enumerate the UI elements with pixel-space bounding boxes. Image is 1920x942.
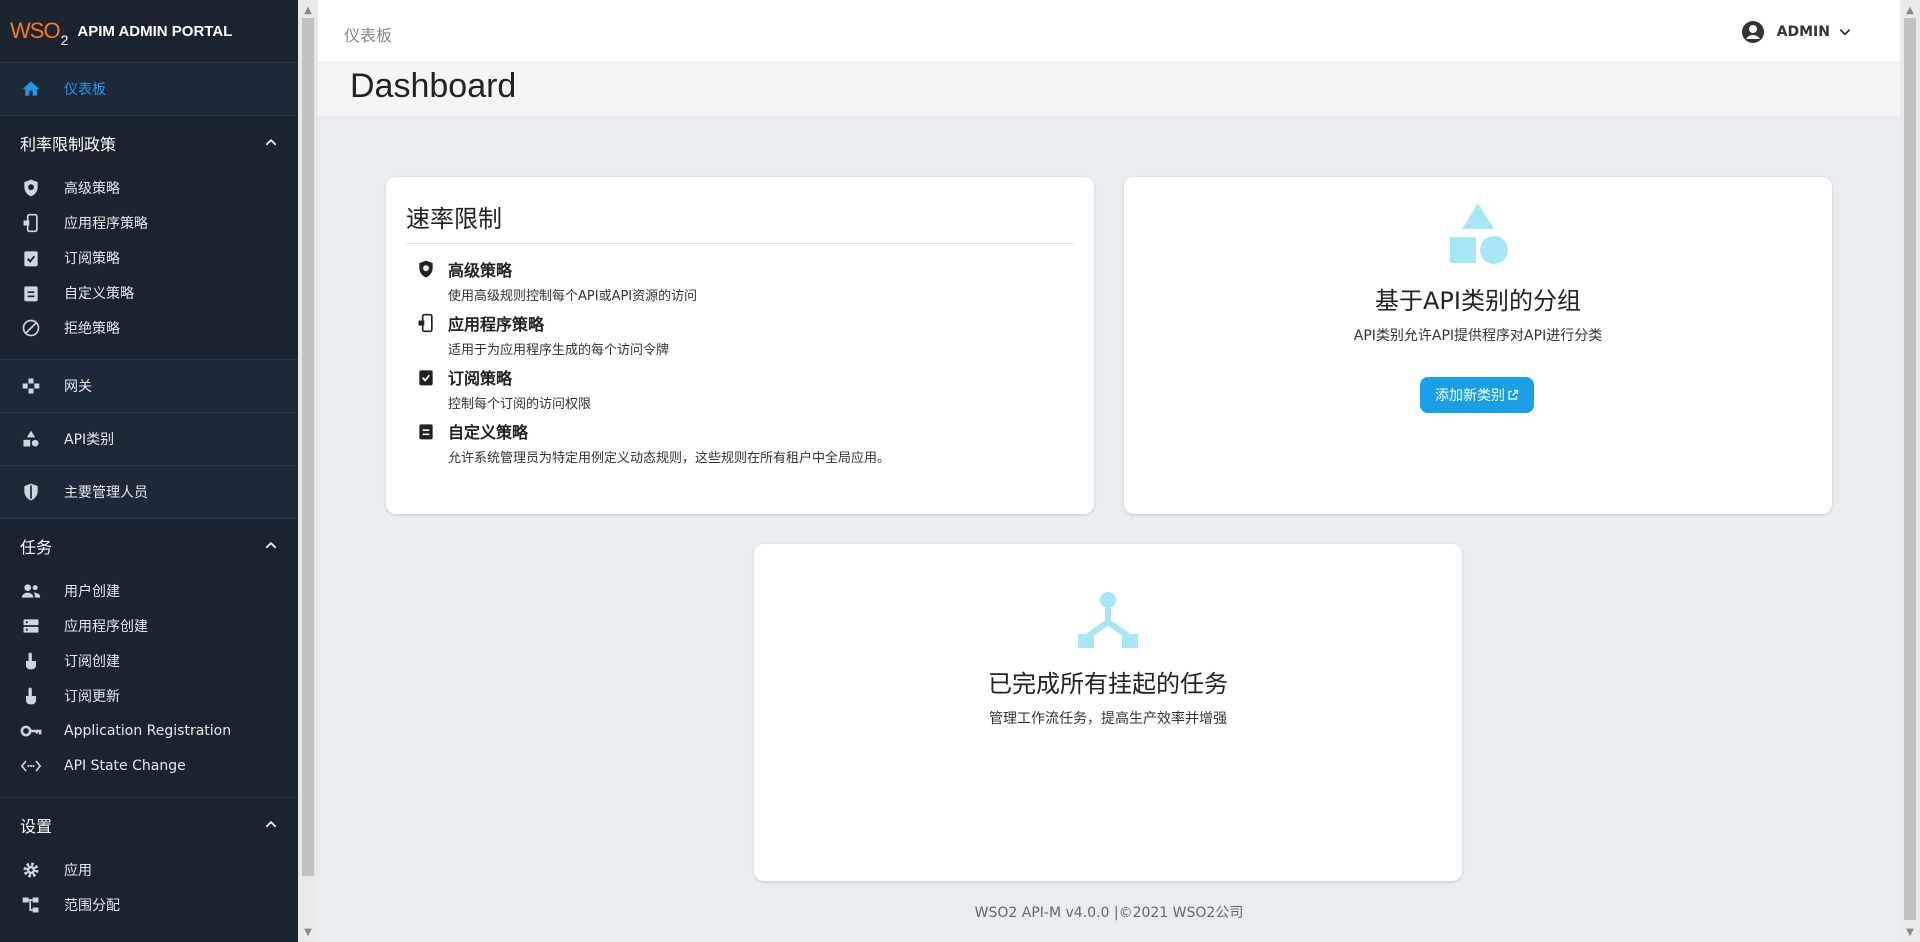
sidebar-item-application-policies[interactable]: 应用程序策略	[0, 205, 298, 240]
rate-limiting-list: 高级策略 应用程序策略 订阅策略 自定义策略 拒绝策略	[0, 170, 298, 359]
breadcrumb[interactable]: 仪表板	[344, 22, 392, 46]
account-circle-icon	[1741, 21, 1764, 43]
settings-list: 应用 范围分配	[0, 852, 298, 936]
sidebar-item-api-state-change[interactable]: API State Change	[0, 748, 298, 783]
add-new-category-button[interactable]: 添加新类别	[1420, 377, 1534, 413]
policy-desc: 使用高级规则控制每个API或API资源的访问	[448, 289, 698, 304]
section-header-settings[interactable]: 设置	[0, 797, 298, 852]
top-bar: 仪表板 ADMIN	[318, 0, 1900, 63]
page-title: Dashboard	[350, 67, 517, 105]
sidebar-item-custom-policies[interactable]: 自定义策略	[0, 275, 298, 310]
sidebar-block-api-categories: API类别	[0, 412, 298, 465]
clipboard-check-icon	[20, 247, 42, 269]
sidebar-scrollbar[interactable]: ▲ ▼	[298, 0, 318, 942]
logo[interactable]: WSO 2 APIM ADMIN PORTAL	[0, 0, 298, 63]
sidebar-block-gateway: 网关	[0, 359, 298, 412]
sidebar-item-subscription-policies[interactable]: 订阅策略	[0, 240, 298, 275]
divider	[406, 243, 1074, 244]
tasks-card: 已完成所有挂起的任务 管理工作流任务，提高生产效率并增强	[754, 544, 1462, 881]
workflow-icon	[1078, 592, 1138, 648]
sidebar-item-label: 仪表板	[64, 82, 106, 98]
key-icon	[20, 720, 42, 742]
card-title: 基于API类别的分组	[1375, 287, 1581, 315]
sidebar-item-scope-assignment[interactable]: 范围分配	[0, 887, 298, 922]
policy-desc: 适用于为应用程序生成的每个访问令牌	[448, 343, 670, 358]
card-desc: API类别允许API提供程序对API进行分类	[1353, 328, 1603, 344]
shield-icon	[20, 481, 42, 503]
tree-icon	[20, 894, 42, 916]
clipboard-list-icon	[419, 424, 433, 440]
sidebar: WSO 2 APIM ADMIN PORTAL 仪表板 利率限制政策 高级策略 应…	[0, 0, 298, 942]
clipboard-list-icon	[20, 282, 42, 304]
section-header-tasks[interactable]: 任务	[0, 518, 298, 573]
policy-title: 应用程序策略	[448, 315, 545, 334]
sidebar-item-dashboard[interactable]: 仪表板	[0, 63, 298, 116]
policy-title: 订阅策略	[448, 369, 513, 388]
scroll-up-arrow-icon[interactable]: ▲	[298, 2, 318, 18]
open-in-new-icon	[1508, 389, 1519, 400]
policy-item-advanced[interactable]: 高级策略 使用高级规则控制每个API或API资源的访问	[416, 257, 697, 304]
sidebar-item-application-registration[interactable]: Application Registration	[0, 713, 298, 748]
touch-icon	[20, 685, 42, 707]
clipboard-check-icon	[419, 370, 433, 386]
chevron-up-icon	[265, 820, 277, 828]
tasks-list: 用户创建 应用程序创建 订阅创建 订阅更新 Application Regist…	[0, 573, 298, 797]
sidebar-item-user-creation[interactable]: 用户创建	[0, 573, 298, 608]
scroll-up-arrow-icon[interactable]: ▲	[1900, 2, 1920, 18]
sidebar-item-subscription-creation[interactable]: 订阅创建	[0, 643, 298, 678]
chevron-down-icon	[1839, 29, 1851, 36]
people-icon	[20, 580, 42, 602]
user-menu[interactable]: ADMIN	[1741, 20, 1852, 44]
sidebar-item-gateway[interactable]: 网关	[0, 360, 298, 412]
gear-icon	[20, 859, 42, 881]
chevron-up-icon	[265, 138, 277, 146]
sidebar-block-key-managers: 主要管理人员	[0, 465, 298, 518]
policy-item-subscription[interactable]: 订阅策略 控制每个订阅的访问权限	[416, 365, 591, 412]
phone-lock-icon	[20, 212, 42, 234]
policy-desc: 允许系统管理员为特定用例定义动态规则，这些规则在所有租户中全局应用。	[448, 451, 891, 466]
home-icon	[20, 78, 42, 100]
title-bar: Dashboard	[318, 63, 1900, 116]
policy-title: 自定义策略	[448, 423, 529, 442]
policy-title: 高级策略	[448, 261, 513, 280]
footer: WSO2 API-M v4.0.0 |©2021 WSO2公司	[974, 905, 1244, 921]
touch-icon	[20, 650, 42, 672]
scroll-down-arrow-icon[interactable]: ▼	[1900, 924, 1920, 940]
sidebar-item-application-creation[interactable]: 应用程序创建	[0, 608, 298, 643]
policy-item-application[interactable]: 应用程序策略 适用于为应用程序生成的每个访问令牌	[416, 311, 669, 358]
storage-icon	[20, 615, 42, 637]
sidebar-item-deny-policies[interactable]: 拒绝策略	[0, 310, 298, 345]
chevron-up-icon	[265, 541, 277, 549]
card-title: 速率限制	[406, 205, 502, 233]
wso2-logo: WSO 2	[10, 18, 68, 48]
gateway-icon	[20, 375, 42, 397]
scroll-down-arrow-icon[interactable]: ▼	[298, 924, 318, 940]
category-icon	[20, 428, 42, 450]
section-header-rate-limiting[interactable]: 利率限制政策	[0, 116, 298, 170]
sidebar-item-applications[interactable]: 应用	[0, 852, 298, 887]
sidebar-item-advanced-policies[interactable]: 高级策略	[0, 170, 298, 205]
sidebar-scroll-thumb[interactable]	[302, 18, 314, 876]
phone-lock-icon	[418, 313, 433, 333]
dashboard-content: 速率限制 高级策略 使用高级规则控制每个API或API资源的访问 应用程序策略 …	[318, 116, 1900, 942]
block-icon	[20, 317, 42, 339]
app-title: APIM ADMIN PORTAL	[77, 22, 233, 40]
sidebar-item-subscription-update[interactable]: 订阅更新	[0, 678, 298, 713]
main-scroll-thumb[interactable]	[1904, 18, 1916, 920]
policy-desc: 控制每个订阅的访问权限	[448, 397, 592, 412]
username: ADMIN	[1776, 24, 1830, 40]
rate-limiting-card: 速率限制 高级策略 使用高级规则控制每个API或API资源的访问 应用程序策略 …	[386, 177, 1094, 514]
card-desc: 管理工作流任务，提高生产效率并增强	[989, 711, 1227, 727]
category-shapes-icon	[1450, 203, 1508, 264]
shield-gear-icon	[20, 177, 42, 199]
sidebar-item-api-categories[interactable]: API类别	[0, 413, 298, 465]
card-title: 已完成所有挂起的任务	[988, 670, 1228, 698]
code-arrows-icon	[20, 755, 42, 777]
main-scrollbar[interactable]: ▲ ▼	[1900, 0, 1920, 942]
policy-item-custom[interactable]: 自定义策略 允许系统管理员为特定用例定义动态规则，这些规则在所有租户中全局应用。	[416, 419, 890, 466]
sidebar-item-key-managers[interactable]: 主要管理人员	[0, 466, 298, 518]
shield-gear-icon	[419, 260, 433, 278]
api-category-card: 基于API类别的分组 API类别允许API提供程序对API进行分类 添加新类别	[1124, 177, 1832, 514]
